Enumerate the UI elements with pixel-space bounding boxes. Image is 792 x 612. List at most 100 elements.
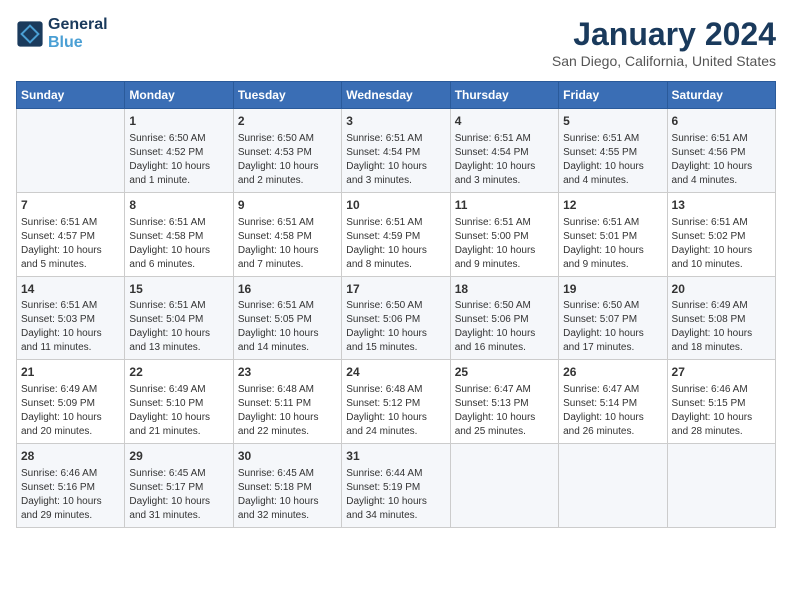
calendar-week-row: 28Sunrise: 6:46 AMSunset: 5:16 PMDayligh… — [17, 444, 776, 528]
day-info-line: Daylight: 10 hours — [346, 495, 445, 509]
day-info-line: Daylight: 10 hours — [346, 244, 445, 258]
day-info-line: Sunrise: 6:49 AM — [21, 383, 120, 397]
calendar-day-cell: 6Sunrise: 6:51 AMSunset: 4:56 PMDaylight… — [667, 109, 775, 193]
day-info-line: and 1 minute. — [129, 174, 228, 188]
month-title: January 2024 — [552, 16, 776, 53]
day-info-line: and 26 minutes. — [563, 425, 662, 439]
day-info-line: and 32 minutes. — [238, 509, 337, 523]
day-info-line: Sunset: 5:17 PM — [129, 481, 228, 495]
calendar-day-cell: 21Sunrise: 6:49 AMSunset: 5:09 PMDayligh… — [17, 360, 125, 444]
day-info-line: Sunrise: 6:51 AM — [21, 299, 120, 313]
calendar-day-cell: 22Sunrise: 6:49 AMSunset: 5:10 PMDayligh… — [125, 360, 233, 444]
day-info-line: Sunrise: 6:50 AM — [129, 132, 228, 146]
day-info-line: Sunset: 5:10 PM — [129, 397, 228, 411]
calendar-day-cell: 30Sunrise: 6:45 AMSunset: 5:18 PMDayligh… — [233, 444, 341, 528]
day-info-line: Daylight: 10 hours — [672, 160, 771, 174]
day-info-line: Sunrise: 6:51 AM — [563, 216, 662, 230]
day-info-line: Sunrise: 6:45 AM — [129, 467, 228, 481]
day-number: 27 — [672, 364, 771, 381]
day-info-line: and 18 minutes. — [672, 341, 771, 355]
day-info-line: Daylight: 10 hours — [672, 244, 771, 258]
day-info-line: Daylight: 10 hours — [21, 495, 120, 509]
day-info-line: and 17 minutes. — [563, 341, 662, 355]
day-info-line: Sunset: 5:03 PM — [21, 313, 120, 327]
day-info-line: Daylight: 10 hours — [129, 244, 228, 258]
day-info-line: Daylight: 10 hours — [238, 160, 337, 174]
day-info-line: and 14 minutes. — [238, 341, 337, 355]
day-info-line: Sunrise: 6:51 AM — [455, 216, 554, 230]
day-info-line: Sunset: 5:12 PM — [346, 397, 445, 411]
day-info-line: Daylight: 10 hours — [21, 411, 120, 425]
day-number: 26 — [563, 364, 662, 381]
day-number: 6 — [672, 113, 771, 130]
day-info-line: Sunset: 5:04 PM — [129, 313, 228, 327]
day-number: 15 — [129, 281, 228, 298]
day-info-line: Daylight: 10 hours — [129, 495, 228, 509]
day-info-line: Sunrise: 6:51 AM — [238, 216, 337, 230]
calendar-day-cell: 13Sunrise: 6:51 AMSunset: 5:02 PMDayligh… — [667, 192, 775, 276]
calendar-day-cell: 3Sunrise: 6:51 AMSunset: 4:54 PMDaylight… — [342, 109, 450, 193]
day-number: 28 — [21, 448, 120, 465]
day-info-line: and 28 minutes. — [672, 425, 771, 439]
day-of-week-header: Wednesday — [342, 82, 450, 109]
day-info-line: Sunrise: 6:50 AM — [563, 299, 662, 313]
day-info-line: Sunrise: 6:44 AM — [346, 467, 445, 481]
day-info-line: Sunset: 5:15 PM — [672, 397, 771, 411]
calendar-day-cell: 25Sunrise: 6:47 AMSunset: 5:13 PMDayligh… — [450, 360, 558, 444]
day-info-line: Sunset: 5:05 PM — [238, 313, 337, 327]
day-info-line: Daylight: 10 hours — [129, 411, 228, 425]
day-number: 11 — [455, 197, 554, 214]
logo-icon — [16, 20, 44, 48]
day-info-line: Sunset: 4:54 PM — [346, 146, 445, 160]
day-info-line: Daylight: 10 hours — [455, 160, 554, 174]
day-info-line: and 2 minutes. — [238, 174, 337, 188]
day-number: 29 — [129, 448, 228, 465]
day-info-line: Daylight: 10 hours — [129, 327, 228, 341]
day-info-line: Daylight: 10 hours — [563, 411, 662, 425]
day-number: 5 — [563, 113, 662, 130]
calendar-week-row: 21Sunrise: 6:49 AMSunset: 5:09 PMDayligh… — [17, 360, 776, 444]
calendar-body: 1Sunrise: 6:50 AMSunset: 4:52 PMDaylight… — [17, 109, 776, 528]
location-subtitle: San Diego, California, United States — [552, 53, 776, 69]
logo-line1: General — [48, 16, 108, 34]
calendar-day-cell: 4Sunrise: 6:51 AMSunset: 4:54 PMDaylight… — [450, 109, 558, 193]
day-info-line: Daylight: 10 hours — [238, 411, 337, 425]
day-info-line: Sunset: 5:18 PM — [238, 481, 337, 495]
day-info-line: Sunset: 4:59 PM — [346, 230, 445, 244]
day-info-line: and 3 minutes. — [346, 174, 445, 188]
day-info-line: and 24 minutes. — [346, 425, 445, 439]
calendar-day-cell: 17Sunrise: 6:50 AMSunset: 5:06 PMDayligh… — [342, 276, 450, 360]
day-info-line: Sunrise: 6:49 AM — [129, 383, 228, 397]
calendar-week-row: 14Sunrise: 6:51 AMSunset: 5:03 PMDayligh… — [17, 276, 776, 360]
calendar-day-cell: 12Sunrise: 6:51 AMSunset: 5:01 PMDayligh… — [559, 192, 667, 276]
day-info-line: and 21 minutes. — [129, 425, 228, 439]
day-of-week-header: Monday — [125, 82, 233, 109]
day-info-line: Sunrise: 6:51 AM — [455, 132, 554, 146]
day-info-line: Sunrise: 6:51 AM — [346, 132, 445, 146]
calendar-table: SundayMondayTuesdayWednesdayThursdayFrid… — [16, 81, 776, 528]
day-info-line: Sunrise: 6:51 AM — [238, 299, 337, 313]
day-info-line: Sunset: 4:58 PM — [129, 230, 228, 244]
day-info-line: and 5 minutes. — [21, 258, 120, 272]
day-number: 23 — [238, 364, 337, 381]
day-info-line: Daylight: 10 hours — [672, 327, 771, 341]
day-number: 12 — [563, 197, 662, 214]
day-number: 8 — [129, 197, 228, 214]
day-number: 20 — [672, 281, 771, 298]
calendar-day-cell: 15Sunrise: 6:51 AMSunset: 5:04 PMDayligh… — [125, 276, 233, 360]
calendar-day-cell: 26Sunrise: 6:47 AMSunset: 5:14 PMDayligh… — [559, 360, 667, 444]
day-info-line: Daylight: 10 hours — [346, 327, 445, 341]
day-info-line: Daylight: 10 hours — [21, 244, 120, 258]
day-info-line: and 9 minutes. — [563, 258, 662, 272]
calendar-day-cell: 20Sunrise: 6:49 AMSunset: 5:08 PMDayligh… — [667, 276, 775, 360]
day-info-line: Sunset: 5:08 PM — [672, 313, 771, 327]
day-info-line: and 31 minutes. — [129, 509, 228, 523]
day-info-line: Sunset: 4:57 PM — [21, 230, 120, 244]
calendar-day-cell: 31Sunrise: 6:44 AMSunset: 5:19 PMDayligh… — [342, 444, 450, 528]
day-info-line: Sunset: 5:06 PM — [455, 313, 554, 327]
day-number: 7 — [21, 197, 120, 214]
calendar-week-row: 7Sunrise: 6:51 AMSunset: 4:57 PMDaylight… — [17, 192, 776, 276]
day-info-line: Sunset: 5:19 PM — [346, 481, 445, 495]
day-of-week-header: Tuesday — [233, 82, 341, 109]
day-info-line: and 9 minutes. — [455, 258, 554, 272]
